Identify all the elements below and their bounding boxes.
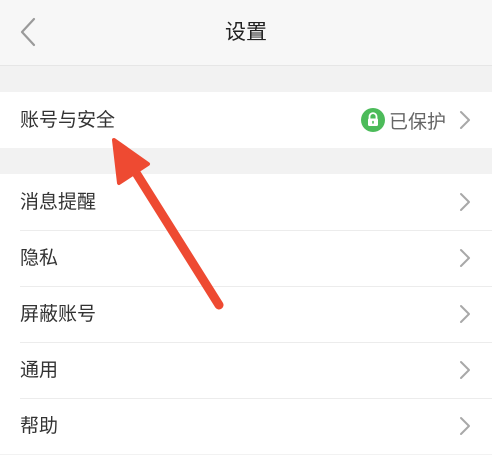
account-group: 账号与安全 已保护 [0, 92, 492, 148]
menu-item-label: 消息提醒 [20, 191, 97, 213]
menu-item-label: 帮助 [20, 415, 59, 437]
lock-icon [360, 108, 385, 132]
chevron-right-icon [460, 361, 470, 379]
status-badge: 已保护 [388, 110, 446, 133]
page-title: 设置 [225, 20, 267, 44]
chevron-right-icon [460, 305, 470, 323]
chevron-right-icon [460, 249, 470, 267]
header-bar: 设置 [0, 0, 492, 66]
back-button[interactable] [8, 10, 48, 54]
menu-item-general[interactable]: 通用 [0, 342, 492, 398]
menu-item-blocked-accounts[interactable]: 屏蔽账号 [0, 286, 492, 342]
menu-item-account-security[interactable]: 账号与安全 已保护 [0, 92, 492, 148]
chevron-right-icon [460, 417, 470, 435]
menu-item-label: 账号与安全 [20, 109, 116, 131]
menu-item-label: 通用 [20, 359, 59, 381]
chevron-left-icon [20, 17, 36, 47]
protection-status: 已保护 [360, 92, 446, 148]
menu-item-label: 屏蔽账号 [20, 303, 97, 325]
menu-item-help[interactable]: 帮助 [0, 398, 492, 454]
settings-group: 消息提醒 隐私 屏蔽账号 通用 帮助 [0, 174, 492, 454]
menu-item-notifications[interactable]: 消息提醒 [0, 174, 492, 230]
menu-item-privacy[interactable]: 隐私 [0, 230, 492, 286]
chevron-right-icon [460, 111, 470, 129]
menu-item-label: 隐私 [20, 247, 59, 269]
chevron-right-icon [460, 193, 470, 211]
